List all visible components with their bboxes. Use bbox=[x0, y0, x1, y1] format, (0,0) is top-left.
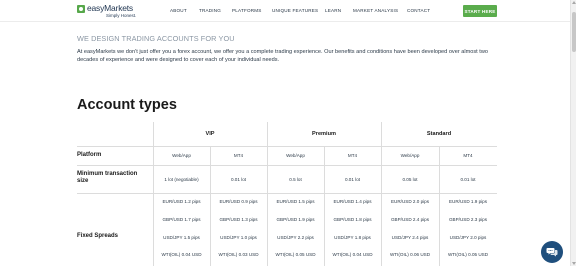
spread-vip-web-wti: WTI(OIL) 0.04 USD bbox=[161, 252, 202, 257]
platform-standard-mt4: MT4 bbox=[463, 153, 473, 158]
platform-premium-web: Web/App bbox=[286, 153, 305, 158]
intro-paragraph: At easyMarkets we don't just offer you a… bbox=[77, 49, 488, 64]
account-header-vip: VIP bbox=[205, 131, 215, 137]
account-header-premium: Premium bbox=[312, 131, 336, 137]
nav-about[interactable]: ABOUT bbox=[170, 8, 187, 13]
spread-standard-mt4-wti: WTI(OIL) 0.05 USD bbox=[447, 252, 489, 257]
minsize-premium-web: 0.5 lot bbox=[289, 177, 302, 182]
row-label-platform: Platform bbox=[77, 152, 102, 158]
spread-vip-web-eurusd: EUR/USD 1.2 pips bbox=[162, 199, 201, 204]
account-header-standard: Standard bbox=[426, 131, 452, 137]
spread-premium-mt4-wti: WTI(OIL) 0.04 USD bbox=[332, 252, 373, 257]
nav-trading[interactable]: TRADING bbox=[199, 8, 221, 13]
live-chat-button[interactable] bbox=[541, 241, 563, 263]
row-label-min-transaction-size: Minimum transaction size bbox=[77, 171, 138, 184]
spread-standard-web-gbpusd: GBP/USD 2.4 pips bbox=[390, 217, 430, 222]
spread-standard-web-usdjpy: USD/JPY 2.4 pips bbox=[391, 235, 429, 240]
scroll-down-arrow-icon[interactable] bbox=[572, 262, 576, 265]
spread-standard-mt4-gbpusd: GBP/USD 2.3 pips bbox=[448, 217, 488, 222]
account-types-title: Account types bbox=[77, 97, 177, 113]
spread-standard-mt4-usdjpy: USD/JPY 2.0 pips bbox=[449, 235, 487, 240]
section-subheading: WE DESIGN TRADING ACCOUNTS FOR YOU bbox=[77, 34, 235, 43]
spread-vip-mt4-usdjpy: USD/JPY 1.0 pips bbox=[220, 235, 257, 240]
spread-vip-web-usdjpy: USD/JPY 1.5 pips bbox=[163, 235, 200, 240]
minsize-standard-mt4: 0.01 lot bbox=[460, 177, 476, 182]
nav-unique-features[interactable]: UNIQUE FEATURES bbox=[272, 8, 318, 13]
spread-vip-web-gbpusd: GBP/USD 1.7 pips bbox=[162, 217, 201, 222]
scroll-thumb[interactable] bbox=[572, 12, 576, 52]
spread-premium-web-wti: WTI(OIL) 0.05 USD bbox=[275, 252, 316, 257]
logo-mark-icon bbox=[77, 5, 85, 13]
spread-premium-web-usdjpy: USD/JPY 2.2 pips bbox=[277, 235, 314, 240]
spread-premium-mt4-gbpusd: GBP/USD 1.8 pips bbox=[333, 217, 372, 222]
spread-vip-mt4-wti: WTI(OIL) 0.03 USD bbox=[218, 252, 259, 257]
spread-premium-mt4-usdjpy: USD/JPY 1.8 pips bbox=[334, 235, 371, 240]
easymarkets-logo[interactable]: easyMarkets Simply Honest. bbox=[77, 4, 136, 18]
scroll-up-arrow-icon[interactable] bbox=[572, 1, 576, 4]
logo-name: easyMarkets bbox=[87, 3, 133, 13]
logo-tagline: Simply Honest. bbox=[106, 12, 137, 18]
spread-premium-web-eurusd: EUR/USD 1.5 pips bbox=[276, 199, 315, 204]
spread-standard-web-eurusd: EUR/USD 2.0 pips bbox=[390, 199, 430, 204]
spread-premium-mt4-eurusd: EUR/USD 1.4 pips bbox=[333, 199, 372, 204]
spread-premium-web-gbpusd: GBP/USD 1.9 pips bbox=[276, 217, 315, 222]
row-label-fixed-spreads: Fixed Spreads bbox=[77, 233, 119, 239]
minsize-premium-mt4: 0.01 lot bbox=[344, 177, 361, 182]
chat-bubbles-icon bbox=[546, 248, 558, 257]
page-scrollbar[interactable] bbox=[570, 0, 576, 266]
minsize-vip-mt4: 0.01 lot bbox=[230, 177, 247, 182]
spread-vip-mt4-gbpusd: GBP/USD 1.3 pips bbox=[219, 217, 258, 222]
nav-contact[interactable]: CONTACT bbox=[407, 8, 430, 13]
platform-standard-web: Web/App bbox=[400, 153, 420, 158]
nav-platforms[interactable]: PLATFORMS bbox=[232, 8, 262, 13]
platform-vip-mt4: MT4 bbox=[233, 153, 244, 158]
top-navigation-bar: easyMarkets Simply Honest. ABOUT TRADING… bbox=[0, 0, 570, 22]
start-here-button[interactable]: START HERE bbox=[463, 5, 497, 17]
spread-standard-mt4-eurusd: EUR/USD 1.9 pips bbox=[448, 199, 488, 204]
nav-learn[interactable]: LEARN bbox=[325, 8, 341, 13]
nav-market-analysis[interactable]: MARKET ANALYSIS bbox=[353, 8, 398, 13]
spread-standard-web-wti: WTI(OIL) 0.06 USD bbox=[389, 252, 431, 257]
minsize-vip-web: 1 lot (negotiable) bbox=[164, 177, 199, 182]
spread-vip-mt4-eurusd: EUR/USD 0.9 pips bbox=[219, 199, 258, 204]
minsize-standard-web: 0.05 lot bbox=[402, 177, 418, 182]
platform-premium-mt4: MT4 bbox=[347, 153, 358, 158]
platform-vip-web: Web/App bbox=[172, 153, 191, 158]
